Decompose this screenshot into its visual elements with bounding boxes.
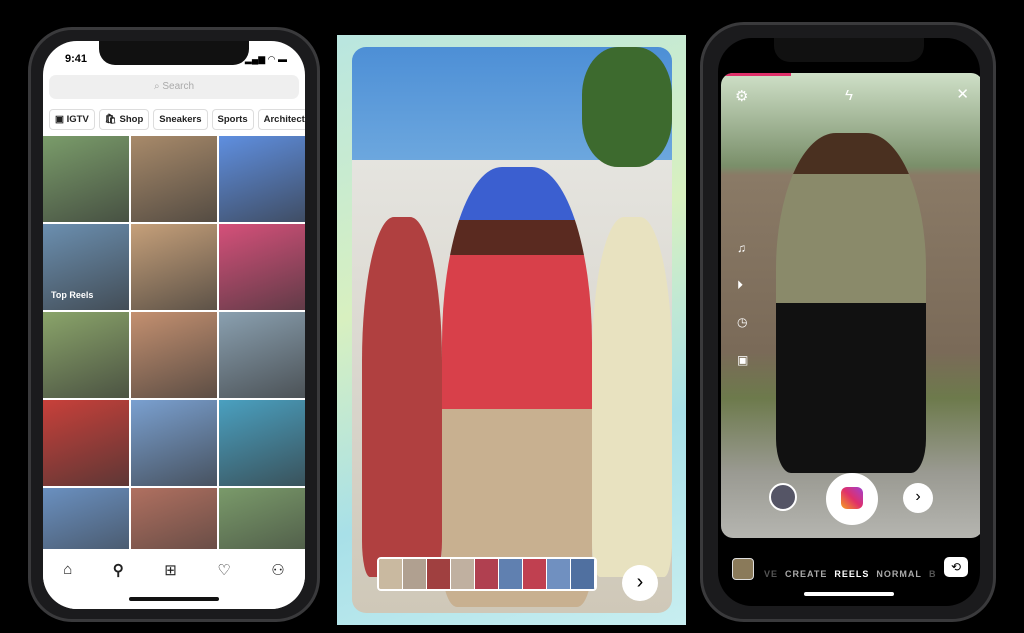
- reels-icon: [841, 487, 863, 509]
- reels-editor-panel: ›: [337, 35, 686, 625]
- audio-icon[interactable]: ♫: [737, 241, 746, 255]
- notch: [774, 38, 924, 62]
- timeline-frame: [403, 559, 427, 589]
- settings-icon[interactable]: ⚙: [735, 87, 748, 105]
- mode-reels[interactable]: REELS: [834, 569, 869, 579]
- chip-sneakers[interactable]: Sneakers: [153, 109, 208, 130]
- camera-phone: ⚙ ϟ ✕ ♫ ⏵ ◷ ▣ › VE CREATE REELS NORMAL B…: [700, 22, 996, 622]
- grid-tile[interactable]: [219, 312, 305, 398]
- mode-selector: VE CREATE REELS NORMAL B: [764, 569, 936, 579]
- flash-icon[interactable]: ϟ: [845, 87, 853, 104]
- timeline-frame: [379, 559, 403, 589]
- timeline-frame: [475, 559, 499, 589]
- search-input[interactable]: ⌕ Search: [49, 75, 299, 99]
- home-indicator: [129, 597, 219, 601]
- flip-camera-icon[interactable]: ⟲: [944, 557, 968, 577]
- dancer-right: [592, 217, 672, 577]
- mode-normal[interactable]: NORMAL: [876, 569, 922, 579]
- align-icon[interactable]: ▣: [737, 353, 748, 367]
- mode-live[interactable]: VE: [764, 569, 778, 579]
- grid-tile[interactable]: [131, 136, 217, 222]
- camera-view: ⚙ ϟ ✕ ♫ ⏵ ◷ ▣ ›: [721, 73, 980, 538]
- chip-label: IGTV: [66, 114, 89, 125]
- timeline-strip[interactable]: [377, 557, 597, 591]
- next-button[interactable]: ›: [903, 483, 933, 513]
- chip-igtv[interactable]: ▣ IGTV: [49, 109, 95, 130]
- camera-screen: ⚙ ϟ ✕ ♫ ⏵ ◷ ▣ › VE CREATE REELS NORMAL B…: [718, 38, 980, 606]
- close-icon[interactable]: ✕: [956, 85, 969, 103]
- chip-shop[interactable]: 🛍 Shop: [98, 109, 150, 130]
- dancer-center: [442, 167, 592, 607]
- chip-architecture[interactable]: Architect: [257, 109, 305, 130]
- grid-tile[interactable]: [219, 400, 305, 486]
- grid-tile[interactable]: [43, 136, 129, 222]
- grid-tile[interactable]: [131, 312, 217, 398]
- grid-tile[interactable]: [131, 400, 217, 486]
- add-icon[interactable]: ⊞: [164, 561, 177, 609]
- chip-sports[interactable]: Sports: [211, 109, 254, 130]
- timeline-frame: [523, 559, 547, 589]
- gallery-thumbnail[interactable]: [732, 558, 754, 580]
- effects-button[interactable]: [769, 483, 797, 511]
- profile-icon[interactable]: ⚇: [271, 561, 284, 609]
- grid-tile[interactable]: [43, 312, 129, 398]
- dancer-left: [362, 217, 442, 577]
- reel-video[interactable]: ›: [352, 47, 672, 613]
- next-button[interactable]: ›: [622, 565, 658, 601]
- speed-icon[interactable]: ⏵: [737, 278, 743, 293]
- home-icon[interactable]: ⌂: [63, 561, 72, 609]
- explore-phone: 9:41 ▂▄▆ ◠ ▬ ⌕ Search ▣ IGTV 🛍 Shop Snea…: [28, 27, 320, 622]
- grid-tile[interactable]: [43, 400, 129, 486]
- notch: [99, 41, 249, 65]
- explore-grid: Top Reels: [43, 136, 305, 574]
- status-icons: ▂▄▆ ◠ ▬: [244, 54, 287, 64]
- timeline-frame: [451, 559, 475, 589]
- grid-tile[interactable]: [131, 224, 217, 310]
- mode-create[interactable]: CREATE: [785, 569, 827, 579]
- grid-tile[interactable]: Top Reels: [43, 224, 129, 310]
- explore-screen: 9:41 ▂▄▆ ◠ ▬ ⌕ Search ▣ IGTV 🛍 Shop Snea…: [43, 41, 305, 609]
- home-indicator: [804, 592, 894, 596]
- timeline-frame: [499, 559, 523, 589]
- timeline-frame: [571, 559, 595, 589]
- record-button[interactable]: [826, 473, 878, 525]
- chip-label: Shop: [119, 114, 144, 125]
- search-placeholder: Search: [162, 81, 195, 92]
- top-reels-label: Top Reels: [51, 290, 94, 300]
- status-time: 9:41: [65, 53, 88, 65]
- person: [776, 133, 926, 473]
- heart-icon[interactable]: ♡: [217, 561, 230, 609]
- category-chips: ▣ IGTV 🛍 Shop Sneakers Sports Architect: [49, 109, 305, 130]
- search-icon[interactable]: ⚲: [113, 561, 124, 609]
- mode-boomerang[interactable]: B: [929, 569, 937, 579]
- tree: [582, 47, 672, 167]
- grid-tile[interactable]: [219, 136, 305, 222]
- grid-tile[interactable]: [219, 224, 305, 310]
- timeline-frame: [427, 559, 451, 589]
- progress-bar: [721, 73, 791, 76]
- timeline-frame: [547, 559, 571, 589]
- timer-icon[interactable]: ◷: [737, 315, 747, 329]
